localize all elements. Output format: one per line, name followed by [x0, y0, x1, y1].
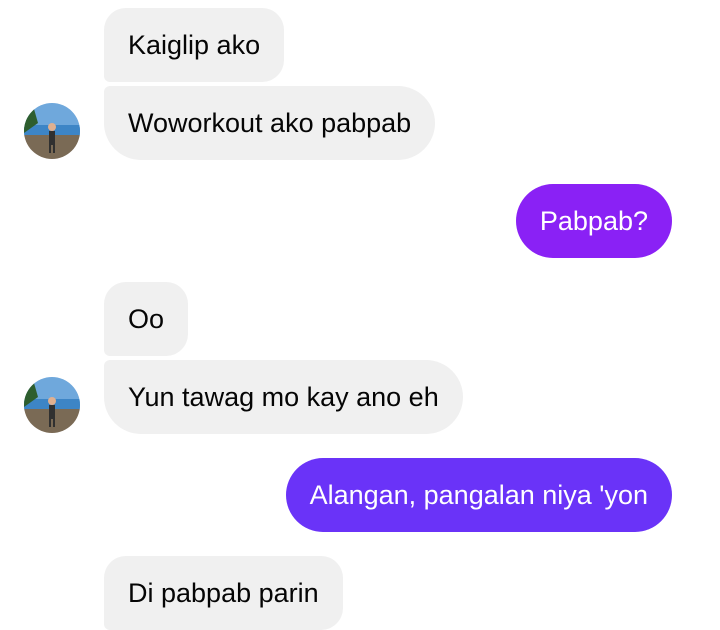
message-incoming[interactable]: Woworkout ako pabpab: [104, 86, 436, 160]
profile-photo-icon: [24, 103, 80, 159]
avatar[interactable]: [24, 377, 80, 433]
message-incoming[interactable]: Kaiglip ako: [104, 8, 285, 82]
avatar[interactable]: [24, 103, 80, 159]
message-incoming[interactable]: Yun tawag mo kay ano eh: [104, 360, 463, 434]
message-incoming[interactable]: Oo: [104, 282, 189, 356]
profile-photo-icon: [24, 377, 80, 433]
message-outgoing[interactable]: Alangan, pangalan niya 'yon: [285, 458, 672, 532]
message-outgoing[interactable]: Pabpab?: [515, 184, 672, 258]
message-incoming[interactable]: Di pabpab parin: [104, 556, 343, 630]
